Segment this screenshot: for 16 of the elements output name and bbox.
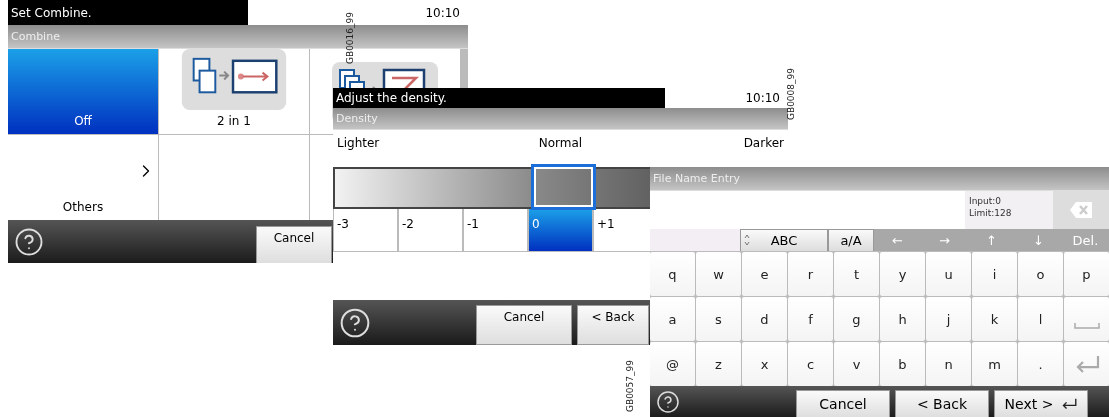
clock-time: 10:10 [744,90,781,107]
input-count: Input:0 [969,195,1003,207]
screen-title: File Name Entry [650,167,1109,191]
figure-code: GB0057_99 [625,360,635,412]
screen-title: Density [333,108,788,130]
scale-label: Darker [743,136,784,152]
figure-code: GB0016_99 [345,12,355,64]
input-limit: Limit:128 [969,207,1013,219]
figure-code: GB0008_99 [786,68,796,120]
option-label: Others [62,200,104,214]
scale-label: Lighter [337,136,380,152]
message-bar: Set Combine. [8,0,248,25]
option-label: 2 in 1 [217,114,251,128]
message-bar: Adjust the density. [333,88,665,108]
scale-label: Normal [538,136,583,152]
option-label: Off [74,114,92,128]
